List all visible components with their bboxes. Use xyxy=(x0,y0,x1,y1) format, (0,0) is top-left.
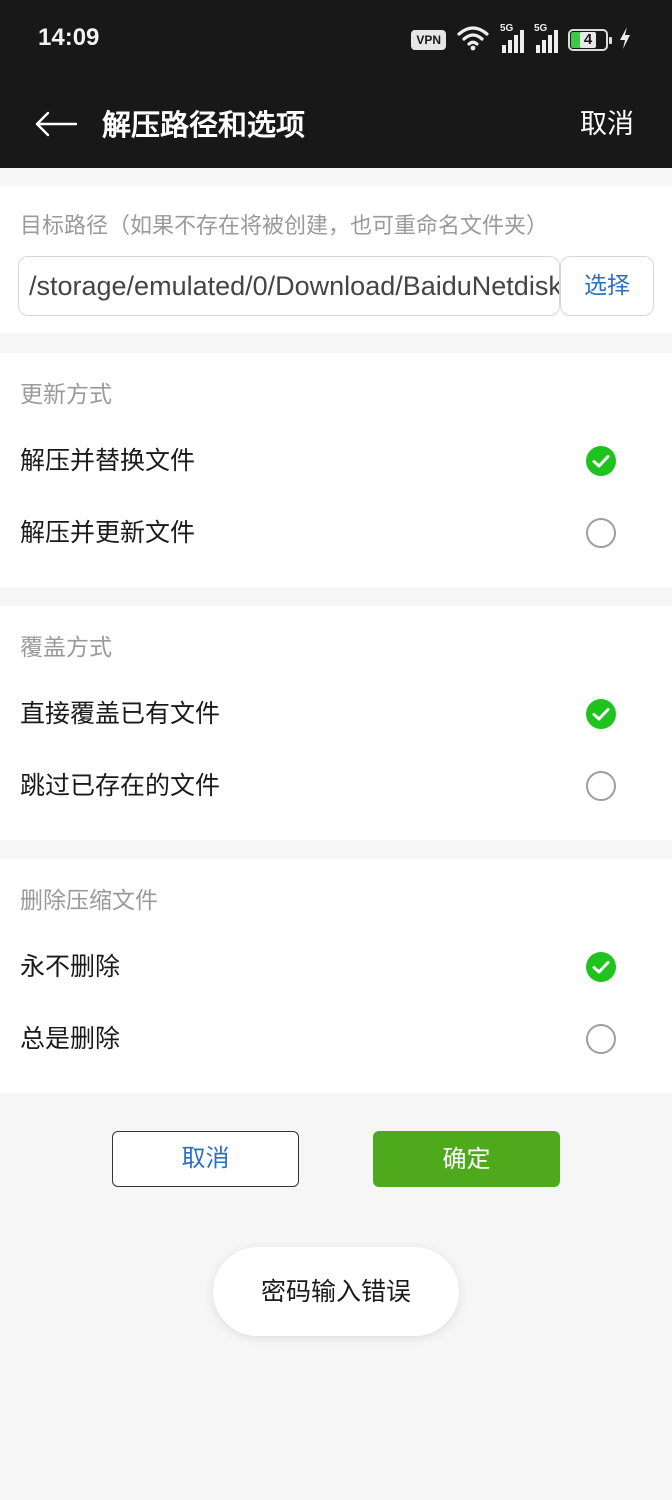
cancel-button[interactable]: 取消 xyxy=(112,1131,299,1187)
app-header: 解压路径和选项 取消 xyxy=(0,80,672,168)
cover-mode-title: 覆盖方式 xyxy=(20,635,112,661)
radio-unchecked-icon[interactable] xyxy=(586,771,616,801)
status-icons: VPN 5G 5G 4 xyxy=(411,23,632,56)
option-never-delete[interactable]: 永不删除 xyxy=(0,931,672,1003)
wifi-icon xyxy=(456,25,490,55)
cover-mode-section: 覆盖方式 直接覆盖已有文件 跳过已存在的文件 xyxy=(0,606,672,840)
update-mode-title: 更新方式 xyxy=(20,382,112,408)
battery-icon: 4 xyxy=(568,29,612,51)
delete-archive-title: 删除压缩文件 xyxy=(20,888,158,914)
radio-checked-icon[interactable] xyxy=(586,699,616,729)
target-path-label: 目标路径（如果不存在将被创建，也可重命名文件夹） xyxy=(20,214,549,239)
confirm-button[interactable]: 确定 xyxy=(373,1131,560,1187)
charging-icon xyxy=(618,26,632,54)
delete-archive-section: 删除压缩文件 永不删除 总是删除 xyxy=(0,859,672,1093)
back-arrow-icon[interactable] xyxy=(30,104,80,144)
status-time: 14:09 xyxy=(38,24,100,51)
option-overwrite-existing[interactable]: 直接覆盖已有文件 xyxy=(0,678,672,750)
target-path-section: 目标路径（如果不存在将被创建，也可重命名文件夹） /storage/emulat… xyxy=(0,186,672,333)
radio-checked-icon[interactable] xyxy=(586,952,616,982)
option-label: 解压并替换文件 xyxy=(20,446,196,475)
signal-icon: 5G xyxy=(500,23,524,53)
option-label: 直接覆盖已有文件 xyxy=(20,699,221,728)
radio-checked-icon[interactable] xyxy=(586,446,616,476)
option-label: 永不删除 xyxy=(20,952,121,981)
update-mode-section: 更新方式 解压并替换文件 解压并更新文件 xyxy=(0,353,672,587)
option-extract-update[interactable]: 解压并更新文件 xyxy=(0,497,672,569)
page-title: 解压路径和选项 xyxy=(102,108,306,142)
header-cancel-button[interactable]: 取消 xyxy=(580,102,634,141)
option-always-delete[interactable]: 总是删除 xyxy=(0,1003,672,1075)
signal-icon-2: 5G xyxy=(534,23,558,53)
status-bar: 14:09 VPN 5G 5G 4 xyxy=(0,0,672,80)
radio-unchecked-icon[interactable] xyxy=(586,518,616,548)
option-skip-existing[interactable]: 跳过已存在的文件 xyxy=(0,750,672,822)
radio-unchecked-icon[interactable] xyxy=(586,1024,616,1054)
toast-message: 密码输入错误 xyxy=(213,1247,459,1336)
vpn-icon: VPN xyxy=(411,30,446,50)
target-path-input[interactable]: /storage/emulated/0/Download/BaiduNetdis… xyxy=(18,256,560,316)
choose-path-button[interactable]: 选择 xyxy=(560,256,654,316)
option-extract-replace[interactable]: 解压并替换文件 xyxy=(0,425,672,497)
option-label: 跳过已存在的文件 xyxy=(20,771,221,800)
option-label: 解压并更新文件 xyxy=(20,518,196,547)
option-label: 总是删除 xyxy=(20,1024,121,1053)
